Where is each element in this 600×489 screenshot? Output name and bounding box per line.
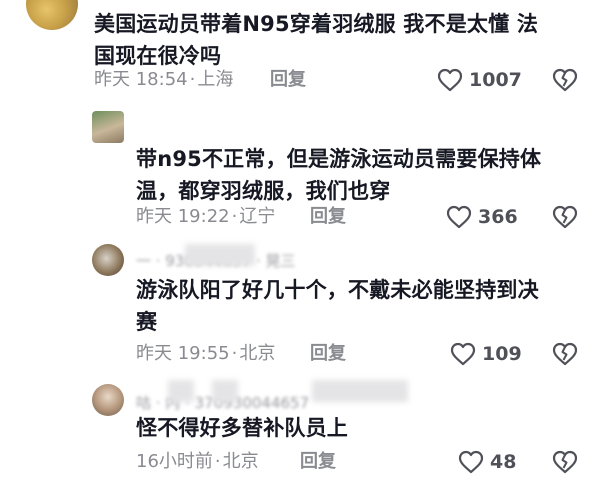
comment-list: 美国运动员带着N95穿着羽绒服 我不是太懂 法 国现在很冷吗 昨天 18:54 ·… [0, 0, 600, 489]
like-count: 366 [478, 206, 518, 228]
separator: · [214, 451, 221, 472]
like-button[interactable]: 48 [458, 448, 516, 476]
comment-location: 上海 [197, 69, 234, 90]
broken-heart-icon [552, 342, 578, 370]
heart-outline-icon [446, 205, 472, 229]
avatar[interactable] [92, 244, 124, 276]
reply-button[interactable]: 回复 [270, 68, 306, 92]
comment-text: 美国运动员带着N95穿着羽绒服 我不是太懂 法 [94, 12, 539, 36]
heart-outline-icon [458, 450, 484, 474]
comment-item: 咕 · 内 · 370930044657 怪不得好多替补队员上 16小时前 · 北京… [0, 370, 600, 489]
redaction-block [185, 244, 255, 266]
heart-outline-icon [450, 342, 476, 366]
redaction-block [168, 380, 194, 402]
comment-text: 怪不得好多替补队员上 [136, 416, 348, 440]
heart-outline-icon [437, 68, 463, 92]
comment-location: 北京 [222, 451, 259, 472]
comment-text: 游泳队阳了好几十个，不戴未必能坚持到决 [136, 278, 539, 302]
comment-location: 辽宁 [239, 206, 276, 227]
redaction-block [312, 380, 408, 402]
dislike-button[interactable] [552, 205, 578, 233]
separator: · [231, 206, 238, 227]
like-button[interactable]: 1007 [437, 66, 522, 94]
comment-time: 16小时前 [136, 451, 213, 472]
like-count: 109 [482, 343, 522, 365]
avatar[interactable] [26, 0, 78, 30]
redaction-block [212, 380, 238, 402]
comment-item: 一 · 930044657 · 晃三 游泳队阳了好几十个，不戴未必能坚持到决 赛… [0, 230, 600, 370]
broken-heart-icon [552, 450, 578, 478]
reply-button[interactable]: 回复 [310, 205, 346, 229]
comment-location: 北京 [239, 343, 276, 364]
comment-meta: 昨天 19:22 · 辽宁 [136, 205, 275, 229]
like-count: 1007 [469, 69, 522, 91]
comment-item: 带n95不正常，但是游泳运动员需要保持体 温，都穿羽绒服，我们也穿 昨天 19:… [0, 105, 600, 230]
dislike-button[interactable] [552, 342, 578, 370]
avatar[interactable] [92, 384, 124, 416]
like-count: 48 [490, 451, 517, 473]
reply-button[interactable]: 回复 [300, 450, 336, 474]
comment-time: 昨天 19:55 [136, 343, 230, 364]
comment-text: 带n95不正常，但是游泳运动员需要保持体 [136, 147, 542, 171]
like-button[interactable]: 366 [446, 203, 518, 231]
comment-meta: 16小时前 · 北京 [136, 450, 259, 474]
comment-text: 温，都穿羽绒服，我们也穿 [136, 179, 391, 203]
comment-time: 昨天 19:22 [136, 206, 230, 227]
dislike-button[interactable] [552, 68, 578, 96]
comment-time: 昨天 18:54 [94, 69, 188, 90]
like-button[interactable]: 109 [450, 340, 522, 368]
comment-meta: 昨天 18:54 · 上海 [94, 68, 233, 92]
broken-heart-icon [552, 68, 578, 96]
reply-button[interactable]: 回复 [310, 342, 346, 366]
avatar[interactable] [92, 111, 124, 143]
comment-meta: 昨天 19:55 · 北京 [136, 342, 275, 366]
comment-text: 赛 [136, 310, 158, 334]
comment-item: 美国运动员带着N95穿着羽绒服 我不是太懂 法 国现在很冷吗 昨天 18:54 ·… [0, 0, 600, 105]
dislike-button[interactable] [552, 450, 578, 478]
separator: · [231, 343, 238, 364]
separator: · [189, 69, 196, 90]
